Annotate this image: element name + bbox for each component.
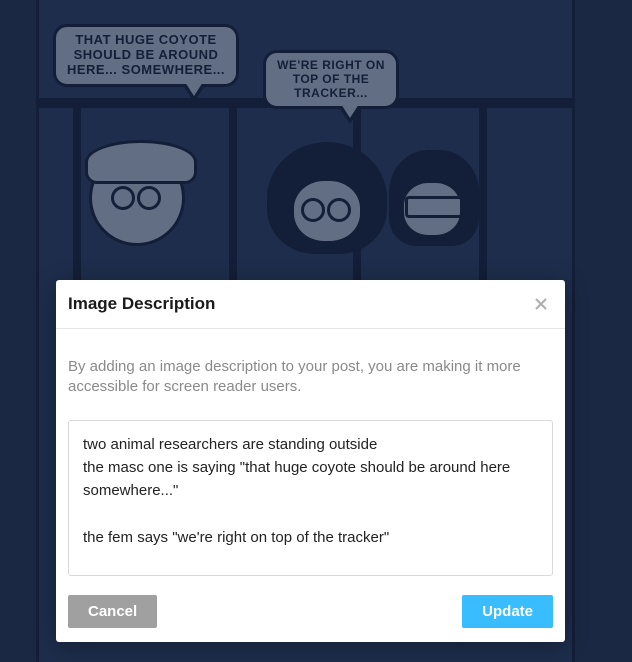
modal-header: Image Description	[56, 280, 565, 329]
close-button[interactable]	[531, 294, 551, 314]
cancel-button[interactable]: Cancel	[68, 595, 157, 628]
modal-footer: Cancel Update	[56, 595, 565, 642]
image-description-input[interactable]	[68, 420, 553, 576]
close-icon	[533, 296, 549, 312]
modal-title: Image Description	[68, 294, 215, 314]
modal-body: By adding an image description to your p…	[56, 329, 565, 595]
update-button[interactable]: Update	[462, 595, 553, 628]
image-description-modal: Image Description By adding an image des…	[56, 280, 565, 642]
help-text: By adding an image description to your p…	[68, 357, 553, 398]
